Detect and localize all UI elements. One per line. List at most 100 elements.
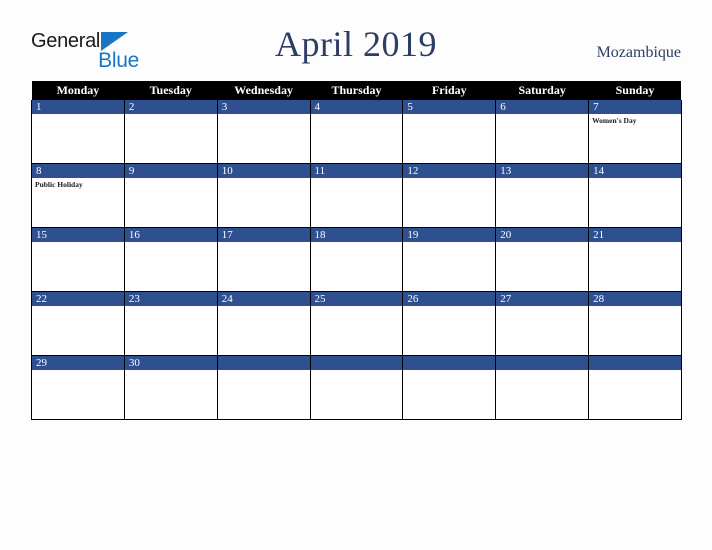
day-cell-inner: 8 Public Holiday (32, 164, 124, 227)
calendar-day-cell[interactable]: 26 (402, 291, 497, 356)
day-number: 30 (124, 356, 217, 370)
day-number: 9 (124, 164, 217, 178)
calendar-day-cell[interactable] (495, 355, 590, 420)
calendar-day-cell[interactable]: 4 (309, 100, 404, 164)
calendar-day-cell[interactable]: 2 (123, 100, 218, 164)
day-cell-inner: 2 (124, 100, 217, 163)
calendar-day-cell[interactable] (402, 355, 497, 420)
day-number: 2 (124, 100, 217, 114)
calendar-day-cell[interactable] (309, 355, 404, 420)
calendar-day-cell[interactable]: 19 (402, 227, 497, 292)
day-cell-inner (589, 356, 681, 419)
calendar-day-cell[interactable]: 23 (123, 291, 218, 356)
day-number: 8 (32, 164, 124, 178)
calendar-week-row: 8 Public Holiday 9 10 11 12 13 14 (31, 163, 682, 228)
calendar-day-cell[interactable]: 29 (31, 355, 125, 420)
calendar-week-row: 29 30 (31, 355, 682, 420)
day-number: 17 (217, 228, 310, 242)
day-cell-inner: 21 (589, 228, 681, 291)
weekday-header-sunday: Sunday (588, 81, 682, 100)
day-cell-inner: 28 (589, 292, 681, 355)
calendar-day-cell[interactable]: 12 (402, 163, 497, 228)
calendar-day-cell[interactable]: 24 (216, 291, 311, 356)
calendar-day-cell[interactable] (588, 355, 682, 420)
day-number (217, 356, 310, 370)
day-number: 24 (217, 292, 310, 306)
calendar-day-cell[interactable]: 20 (495, 227, 590, 292)
day-number: 21 (589, 228, 681, 242)
day-cell-inner: 18 (310, 228, 403, 291)
calendar-week-row: 15 16 17 18 19 20 21 (31, 227, 682, 292)
calendar-day-cell[interactable]: 1 (31, 100, 125, 164)
weekday-header-monday: Monday (31, 81, 125, 100)
calendar-day-cell[interactable]: 11 (309, 163, 404, 228)
day-number (589, 356, 681, 370)
calendar-day-cell[interactable]: 9 (123, 163, 218, 228)
country-label: Mozambique (596, 44, 681, 61)
day-cell-inner: 26 (403, 292, 496, 355)
day-number (310, 356, 403, 370)
calendar-day-cell[interactable]: 28 (588, 291, 682, 356)
day-number: 15 (32, 228, 124, 242)
calendar-day-cell[interactable] (216, 355, 311, 420)
day-cell-inner: 23 (124, 292, 217, 355)
calendar-body: 1 2 3 4 5 6 7 Women's Day 8 Public Holiday 9 10 11 12… (31, 100, 682, 420)
day-cell-inner: 15 (32, 228, 124, 291)
day-cell-inner: 10 (217, 164, 310, 227)
day-number: 1 (32, 100, 124, 114)
day-cell-inner: 11 (310, 164, 403, 227)
weekday-header-row: Monday Tuesday Wednesday Thursday Friday… (31, 81, 682, 100)
day-event: Public Holiday (35, 180, 83, 189)
weekday-header-friday: Friday (402, 81, 496, 100)
day-cell-inner: 22 (32, 292, 124, 355)
weekday-header-wednesday: Wednesday (217, 81, 311, 100)
day-event-list: Public Holiday (32, 178, 124, 190)
day-cell-inner: 29 (32, 356, 124, 419)
day-number: 4 (310, 100, 403, 114)
day-number: 12 (403, 164, 496, 178)
calendar-day-cell[interactable]: 3 (216, 100, 311, 164)
weekday-header-thursday: Thursday (310, 81, 403, 100)
calendar-day-cell[interactable]: 13 (495, 163, 590, 228)
day-number: 14 (589, 164, 681, 178)
day-event-list: Women's Day (589, 114, 681, 126)
day-number: 16 (124, 228, 217, 242)
calendar-day-cell[interactable]: 7 Women's Day (588, 100, 682, 164)
calendar-day-cell[interactable]: 8 Public Holiday (31, 163, 125, 228)
calendar-week-row: 22 23 24 25 26 27 28 (31, 291, 682, 356)
day-cell-inner: 16 (124, 228, 217, 291)
day-number (496, 356, 589, 370)
day-cell-inner: 12 (403, 164, 496, 227)
day-cell-inner: 9 (124, 164, 217, 227)
calendar-day-cell[interactable]: 21 (588, 227, 682, 292)
calendar-day-cell[interactable]: 15 (31, 227, 125, 292)
calendar-day-cell[interactable]: 27 (495, 291, 590, 356)
day-cell-inner: 25 (310, 292, 403, 355)
day-number: 25 (310, 292, 403, 306)
day-number: 27 (496, 292, 589, 306)
day-cell-inner: 14 (589, 164, 681, 227)
day-cell-inner: 30 (124, 356, 217, 419)
calendar-day-cell[interactable]: 5 (402, 100, 497, 164)
day-cell-inner: 3 (217, 100, 310, 163)
calendar-day-cell[interactable]: 16 (123, 227, 218, 292)
day-cell-inner (403, 356, 496, 419)
day-cell-inner: 24 (217, 292, 310, 355)
day-number: 23 (124, 292, 217, 306)
calendar-day-cell[interactable]: 17 (216, 227, 311, 292)
day-cell-inner: 13 (496, 164, 589, 227)
calendar-day-cell[interactable]: 25 (309, 291, 404, 356)
page-header: General Blue April 2019 Mozambique (0, 0, 712, 80)
day-cell-inner: 1 (32, 100, 124, 163)
day-number: 7 (589, 100, 681, 114)
day-cell-inner (217, 356, 310, 419)
calendar-day-cell[interactable]: 14 (588, 163, 682, 228)
calendar-day-cell[interactable]: 22 (31, 291, 125, 356)
day-cell-inner: 6 (496, 100, 589, 163)
calendar-day-cell[interactable]: 10 (216, 163, 311, 228)
calendar-day-cell[interactable]: 18 (309, 227, 404, 292)
calendar-day-cell[interactable]: 6 (495, 100, 590, 164)
calendar-day-cell[interactable]: 30 (123, 355, 218, 420)
day-cell-inner (310, 356, 403, 419)
day-cell-inner: 20 (496, 228, 589, 291)
